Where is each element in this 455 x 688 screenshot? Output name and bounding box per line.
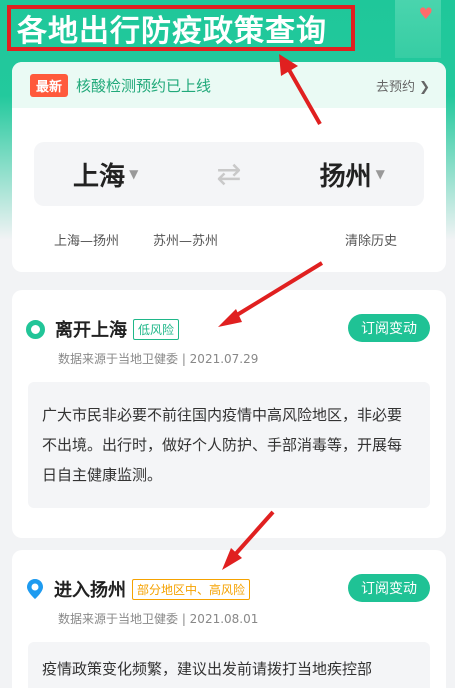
swap-icon[interactable]: ⇄	[216, 157, 241, 192]
card-title: 离开上海	[55, 320, 127, 341]
route-search-card: 最新 核酸检测预约已上线 去预约 ❯ 上海 ▼ ⇄ 扬州 ▼ 上海—扬州 苏州—…	[12, 62, 446, 272]
destination-city-label: 扬州	[319, 161, 372, 192]
destination-city-select[interactable]: 扬州 ▼	[320, 156, 385, 193]
card-header: 离开上海 低风险	[26, 314, 180, 344]
page-title: 各地出行防疫政策查询	[17, 14, 327, 49]
new-badge: 最新	[30, 73, 69, 97]
heart-icon: ♥	[418, 4, 433, 23]
data-source: 数据来源于当地卫健委 | 2021.07.29	[58, 352, 259, 366]
origin-city-select[interactable]: 上海 ▼	[73, 156, 138, 193]
clear-history-button[interactable]: 清除历史	[345, 230, 397, 249]
subscribe-button[interactable]: 订阅变动	[348, 314, 430, 342]
notice-text: 核酸检测预约已上线	[76, 76, 212, 95]
origin-city-label: 上海	[73, 161, 126, 192]
card-title: 进入扬州	[54, 580, 126, 601]
departure-dot-icon	[26, 319, 45, 339]
caret-down-icon: ▼	[375, 167, 385, 181]
history-item[interactable]: 上海—扬州	[54, 230, 119, 249]
book-link[interactable]: 去预约 ❯	[376, 76, 430, 95]
location-pin-icon	[27, 579, 43, 599]
caret-down-icon: ▼	[129, 167, 139, 181]
notice-bar[interactable]: 最新 核酸检测预约已上线 去预约 ❯	[12, 62, 446, 108]
route-selector: 上海 ▼ ⇄ 扬州 ▼	[34, 142, 424, 206]
subscribe-button[interactable]: 订阅变动	[348, 574, 430, 602]
title-highlight-box: 各地出行防疫政策查询	[7, 5, 355, 51]
history-item[interactable]: 苏州—苏州	[153, 230, 218, 249]
leave-policy-card: 离开上海 低风险 订阅变动 数据来源于当地卫健委 | 2021.07.29 广大…	[12, 290, 446, 538]
risk-badge: 低风险	[133, 318, 180, 340]
enter-policy-card: 进入扬州 部分地区中、高风险 订阅变动 数据来源于当地卫健委 | 2021.08…	[12, 550, 446, 688]
card-header: 进入扬州 部分地区中、高风险	[26, 574, 251, 604]
search-history: 上海—扬州 苏州—苏州 清除历史	[12, 230, 446, 254]
risk-badge: 部分地区中、高风险	[132, 578, 251, 600]
policy-text: 疫情政策变化频繁，建议出发前请拨打当地疾控部	[28, 642, 430, 688]
policy-text: 广大市民非必要不前往国内疫情中高风险地区，非必要不出境。出行时，做好个人防护、手…	[28, 382, 430, 508]
data-source: 数据来源于当地卫健委 | 2021.08.01	[58, 612, 259, 626]
